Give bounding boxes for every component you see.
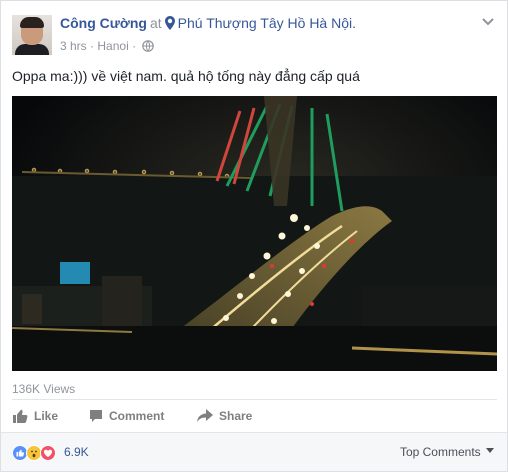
- post-text: Oppa ma:))) về việt nam. quả hộ tống này…: [12, 68, 360, 84]
- post-place-link[interactable]: Hanoi: [97, 39, 128, 53]
- share-label: Share: [219, 409, 253, 423]
- meta-separator: ·: [90, 39, 95, 53]
- comment-bubble-icon: [90, 410, 102, 422]
- reaction-icons[interactable]: [12, 445, 56, 461]
- like-label: Like: [34, 409, 59, 423]
- post-card: Công Cường at Phú Thượng Tây Hồ Hà Nội. 3 …: [0, 0, 508, 472]
- caret-down-icon: [486, 448, 494, 453]
- video-view-count: 136K Views: [12, 382, 76, 396]
- comment-label: Comment: [109, 409, 165, 423]
- comment-button[interactable]: Comment: [89, 407, 164, 425]
- globe-icon[interactable]: [142, 40, 155, 52]
- post-header: Công Cường at Phú Thượng Tây Hồ Hà Nội.: [60, 15, 356, 31]
- reactions-footer: 6.9K Top Comments: [1, 432, 507, 471]
- love-reaction-icon: [40, 445, 56, 461]
- at-label: at: [149, 15, 162, 31]
- top-comments-dropdown[interactable]: Top Comments: [400, 445, 494, 459]
- video-player[interactable]: [12, 96, 497, 371]
- author-name-link[interactable]: Công Cường: [60, 15, 147, 31]
- location-pin-icon: [164, 16, 175, 30]
- like-button[interactable]: Like: [12, 407, 58, 425]
- meta-separator: ·: [132, 39, 137, 53]
- post-options-chevron-icon[interactable]: [481, 17, 495, 27]
- post-meta: 3 hrs · Hanoi ·: [60, 39, 155, 53]
- location-link[interactable]: Phú Thượng Tây Hồ Hà Nội.: [178, 15, 356, 31]
- share-button[interactable]: Share: [197, 407, 252, 425]
- post-timestamp-link[interactable]: 3 hrs: [60, 39, 87, 53]
- share-arrow-icon: [197, 409, 213, 422]
- divider: [12, 399, 497, 400]
- video-frame-night-bridge-scene: [12, 96, 497, 371]
- author-avatar[interactable]: [12, 15, 52, 55]
- top-comments-label: Top Comments: [399, 445, 481, 459]
- reaction-count-link[interactable]: 6.9K: [64, 445, 89, 459]
- thumbs-up-icon: [13, 409, 28, 423]
